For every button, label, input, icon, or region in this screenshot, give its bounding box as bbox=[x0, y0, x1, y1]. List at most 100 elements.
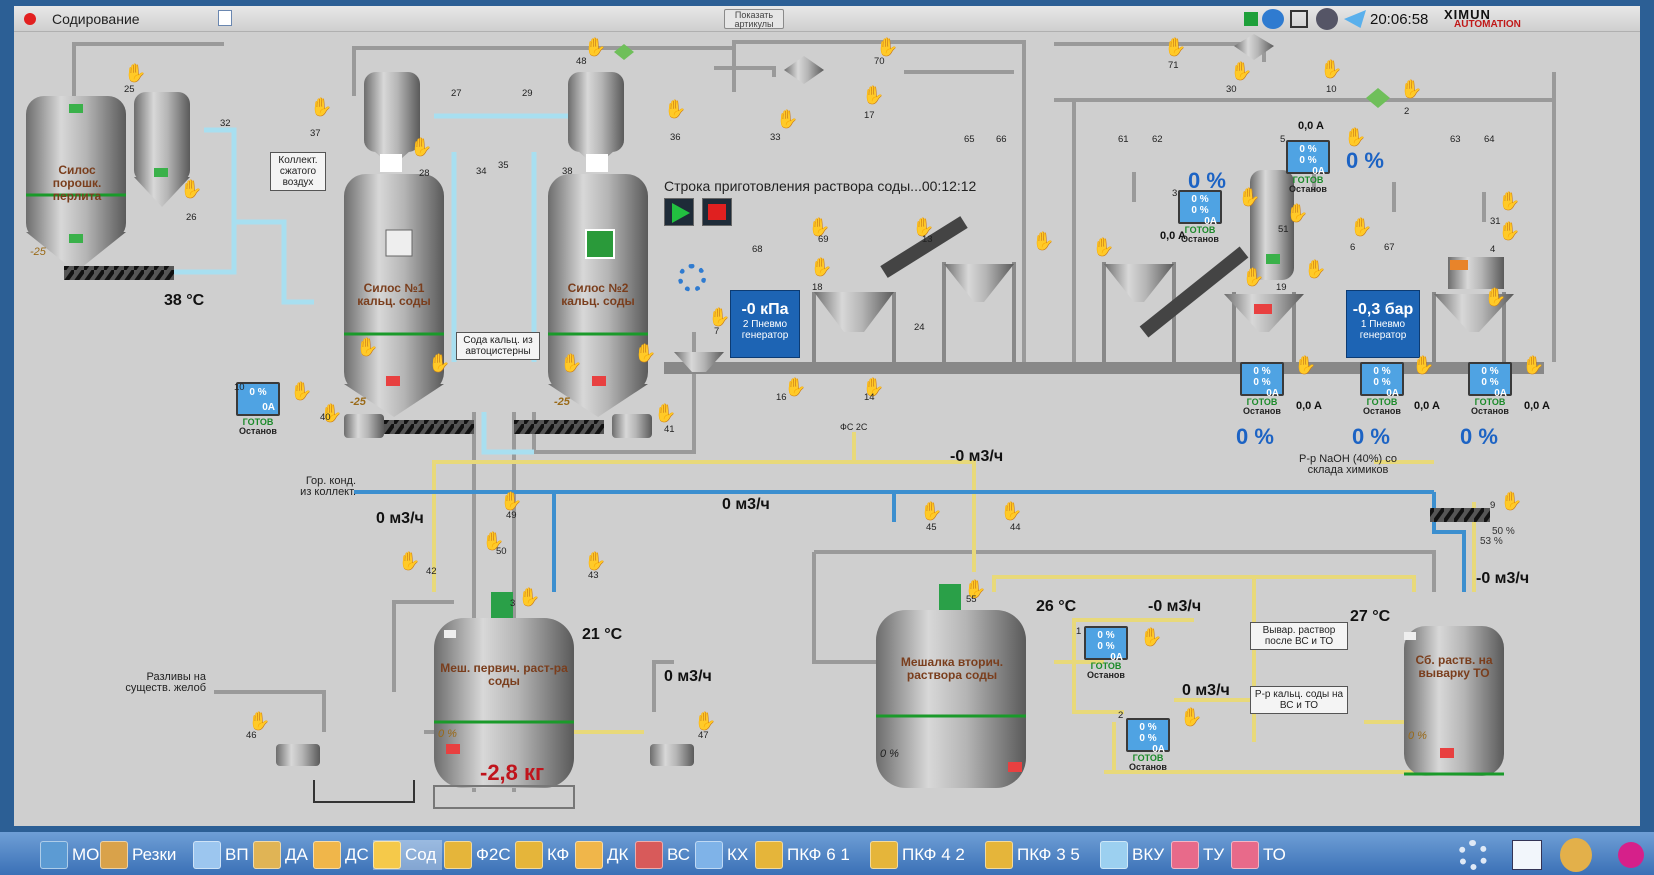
manual-hand-icon[interactable]: ✋ bbox=[1032, 230, 1054, 252]
manual-hand-icon[interactable]: ✋ bbox=[776, 108, 798, 130]
manual-hand-icon[interactable]: ✋ bbox=[862, 84, 884, 106]
manual-hand-icon[interactable]: ✋ bbox=[1320, 58, 1342, 80]
screen-icon bbox=[1231, 841, 1259, 869]
settings-gear-icon[interactable] bbox=[678, 264, 706, 292]
trend-icon[interactable] bbox=[1512, 840, 1542, 870]
calc-soda-label: Р-р кальц. соды на ВС и ТО bbox=[1250, 686, 1348, 714]
manual-hand-icon[interactable]: ✋ bbox=[310, 96, 332, 118]
equipment-id: 2 bbox=[1404, 106, 1410, 117]
taskbar-item-14[interactable]: ВКУ bbox=[1100, 840, 1164, 870]
manual-hand-icon[interactable]: ✋ bbox=[784, 376, 806, 398]
manual-hand-icon[interactable]: ✋ bbox=[124, 62, 146, 84]
manual-hand-icon[interactable]: ✋ bbox=[584, 550, 606, 572]
taskbar-item-12[interactable]: ПКФ 4 2 bbox=[870, 840, 965, 870]
stop-button[interactable] bbox=[702, 198, 732, 226]
send-icon[interactable] bbox=[1344, 10, 1366, 28]
manual-hand-icon[interactable]: ✋ bbox=[876, 36, 898, 58]
manual-hand-icon[interactable]: ✋ bbox=[664, 98, 686, 120]
taskbar-item-8[interactable]: ДК bbox=[575, 840, 628, 870]
manual-hand-icon[interactable]: ✋ bbox=[248, 710, 270, 732]
manual-hand-icon[interactable]: ✋ bbox=[290, 380, 312, 402]
manual-hand-icon[interactable]: ✋ bbox=[1092, 236, 1114, 258]
pneumo-generator-1[interactable]: -0,3 бар 1 Пневмо генератор bbox=[1346, 290, 1420, 358]
manual-hand-icon[interactable]: ✋ bbox=[708, 306, 730, 328]
pneumo-generator-2[interactable]: -0 кПа 2 Пневмо генератор bbox=[730, 290, 800, 358]
manual-hand-icon[interactable]: ✋ bbox=[584, 36, 606, 58]
manual-hand-icon[interactable]: ✋ bbox=[1522, 354, 1544, 376]
manual-hand-icon[interactable]: ✋ bbox=[410, 136, 432, 158]
power-icon[interactable] bbox=[1618, 842, 1644, 868]
network-icon[interactable] bbox=[1290, 10, 1308, 28]
taskbar-item-1[interactable]: Резки bbox=[100, 840, 176, 870]
secondary-mixer-label: Мешалка вторич. раствора соды bbox=[900, 655, 1004, 682]
manual-hand-icon[interactable]: ✋ bbox=[180, 178, 202, 200]
notepad-icon[interactable] bbox=[218, 10, 232, 26]
current-1: 0,0 A bbox=[1298, 120, 1324, 132]
manual-hand-icon[interactable]: ✋ bbox=[428, 352, 450, 374]
taskbar-item-10[interactable]: КХ bbox=[695, 840, 748, 870]
manual-hand-icon[interactable]: ✋ bbox=[1412, 354, 1434, 376]
manual-hand-icon[interactable]: ✋ bbox=[1498, 190, 1520, 212]
manual-hand-icon[interactable]: ✋ bbox=[810, 256, 832, 278]
manual-hand-icon[interactable]: ✋ bbox=[1242, 266, 1264, 288]
manual-hand-icon[interactable]: ✋ bbox=[1140, 626, 1162, 648]
manual-hand-icon[interactable]: ✋ bbox=[1230, 60, 1252, 82]
current-4: 0,0 A bbox=[1414, 400, 1440, 412]
manual-hand-icon[interactable]: ✋ bbox=[500, 490, 522, 512]
taskbar-item-9[interactable]: ВС bbox=[635, 840, 690, 870]
show-articles-button[interactable]: Показать артикулы bbox=[724, 9, 784, 29]
taskbar-item-15[interactable]: ТУ bbox=[1171, 840, 1224, 870]
manual-hand-icon[interactable]: ✋ bbox=[654, 402, 676, 424]
perlite-silo-value: -25 bbox=[30, 246, 46, 258]
manual-hand-icon[interactable]: ✋ bbox=[634, 342, 656, 364]
manual-hand-icon[interactable]: ✋ bbox=[694, 710, 716, 732]
chat-icon[interactable] bbox=[1262, 9, 1284, 29]
taskbar-item-3[interactable]: ДА bbox=[253, 840, 308, 870]
manual-hand-icon[interactable]: ✋ bbox=[1164, 36, 1186, 58]
engineer-icon[interactable] bbox=[1560, 838, 1592, 872]
manual-hand-icon[interactable]: ✋ bbox=[1498, 220, 1520, 242]
monitor-oa: 0A bbox=[262, 402, 275, 413]
equipment-id: 50 bbox=[496, 546, 507, 557]
taskbar-item-13[interactable]: ПКФ 3 5 bbox=[985, 840, 1080, 870]
manual-hand-icon[interactable]: ✋ bbox=[1400, 78, 1422, 100]
screen-icon bbox=[870, 841, 898, 869]
manual-hand-icon[interactable]: ✋ bbox=[398, 550, 420, 572]
operator-icon[interactable] bbox=[1316, 8, 1338, 30]
play-button[interactable] bbox=[664, 198, 694, 226]
manual-hand-icon[interactable]: ✋ bbox=[356, 336, 378, 358]
taskbar-item-11[interactable]: ПКФ 6 1 bbox=[755, 840, 850, 870]
fs2c-label: ФС 2С bbox=[840, 422, 868, 432]
manual-hand-icon[interactable]: ✋ bbox=[518, 586, 540, 608]
manual-hand-icon[interactable]: ✋ bbox=[1304, 258, 1326, 280]
equipment-id: 29 bbox=[522, 88, 533, 99]
taskbar-item-6[interactable]: Ф2С bbox=[444, 840, 511, 870]
taskbar-item-16[interactable]: ТО bbox=[1231, 840, 1286, 870]
manual-hand-icon[interactable]: ✋ bbox=[1286, 202, 1308, 224]
manual-hand-icon[interactable]: ✋ bbox=[1238, 186, 1260, 208]
manual-hand-icon[interactable]: ✋ bbox=[1180, 706, 1202, 728]
equipment-id: 49 bbox=[506, 510, 517, 521]
collector-tank[interactable] bbox=[1404, 626, 1504, 776]
manual-hand-icon[interactable]: ✋ bbox=[1484, 286, 1506, 308]
manual-hand-icon[interactable]: ✋ bbox=[1500, 490, 1522, 512]
taskbar-item-0[interactable]: МО bbox=[40, 840, 99, 870]
taskbar-item-5[interactable]: Сод bbox=[373, 840, 443, 870]
settings-icon[interactable] bbox=[1458, 840, 1488, 870]
monitor-value-2: 0 % bbox=[1139, 733, 1157, 744]
manual-hand-icon[interactable]: ✋ bbox=[1000, 500, 1022, 522]
add-icon[interactable] bbox=[1244, 12, 1258, 26]
screen-icon bbox=[100, 841, 128, 869]
taskbar-item-4[interactable]: ДС bbox=[313, 840, 369, 870]
window-title: Содирование bbox=[52, 11, 140, 27]
manual-hand-icon[interactable]: ✋ bbox=[1344, 126, 1366, 148]
taskbar-item-2[interactable]: ВП bbox=[193, 840, 249, 870]
manual-hand-icon[interactable]: ✋ bbox=[920, 500, 942, 522]
manual-hand-icon[interactable]: ✋ bbox=[1294, 354, 1316, 376]
manual-hand-icon[interactable]: ✋ bbox=[560, 352, 582, 374]
manual-hand-icon[interactable]: ✋ bbox=[1350, 216, 1372, 238]
equipment-id: 35 bbox=[498, 160, 509, 171]
taskbar-item-7[interactable]: КФ bbox=[515, 840, 569, 870]
equipment-id: 18 bbox=[812, 282, 823, 293]
equipment-id: 28 bbox=[419, 168, 430, 179]
